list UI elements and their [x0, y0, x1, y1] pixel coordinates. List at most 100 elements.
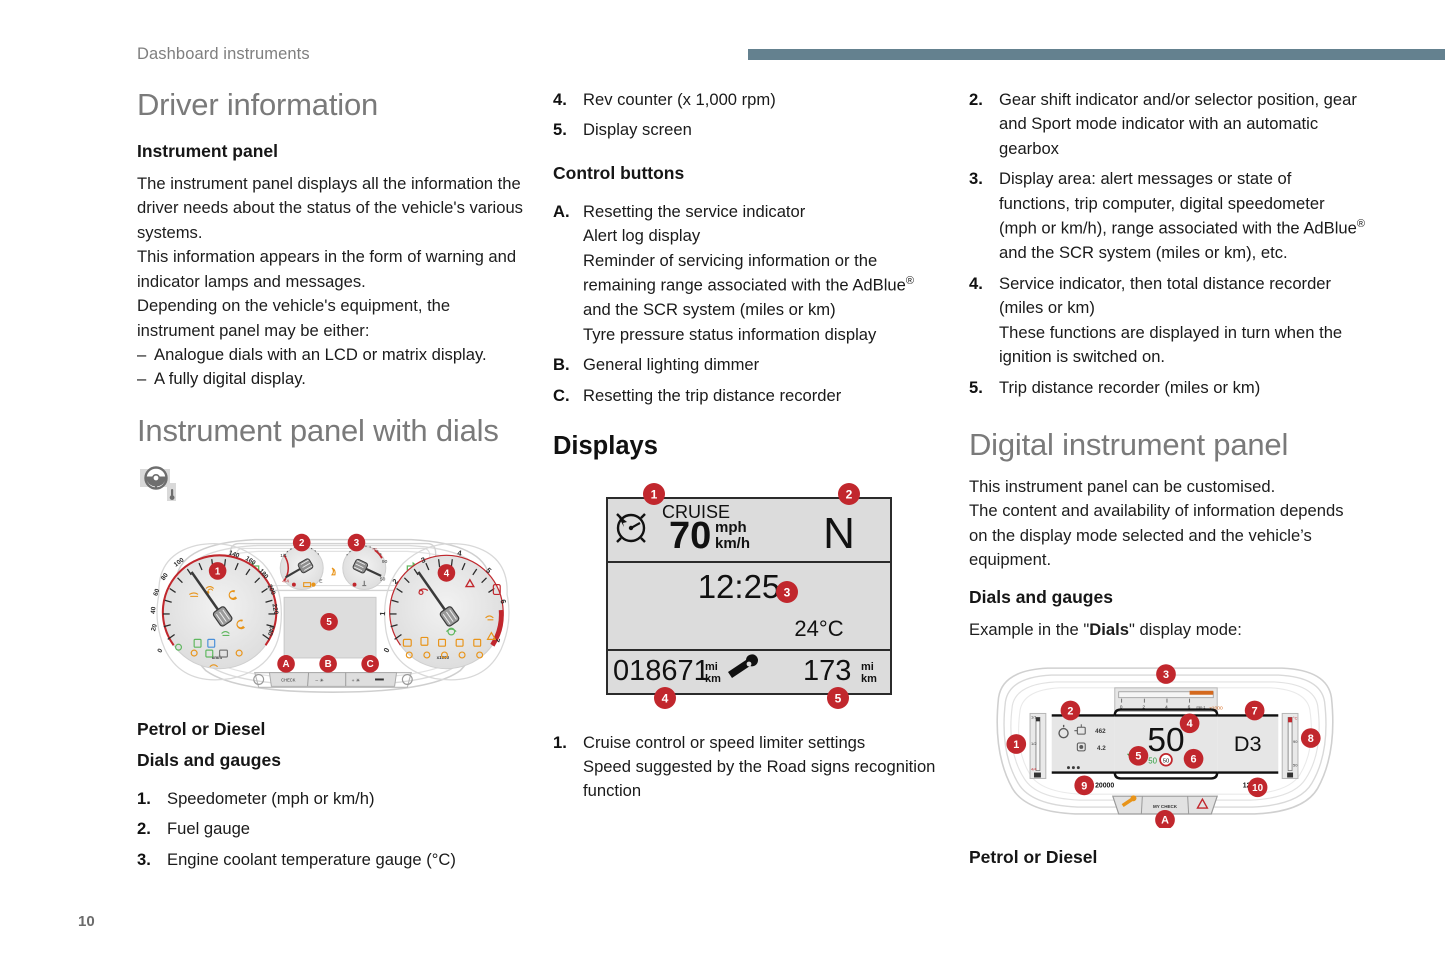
svg-text:7: 7: [1252, 706, 1258, 718]
list-marker: C.: [553, 385, 570, 405]
clock-value: 12:25: [698, 568, 781, 605]
page-number: 10: [78, 913, 95, 930]
list-item: 4. Rev counter (x 1,000 rpm): [553, 88, 943, 112]
list-text: Display area: alert messages or state of…: [999, 169, 1365, 263]
svg-text:CHECK: CHECK: [281, 677, 296, 682]
total-unit-mi: mi: [705, 661, 718, 673]
svg-text:°C: °C: [372, 547, 378, 553]
fuel-caption-col1: Petrol or Diesel: [137, 718, 266, 739]
paragraph-2: This information appears in the form of …: [137, 247, 517, 291]
list-marker: 4.: [553, 90, 567, 109]
bullet-text: A fully digital display.: [154, 369, 306, 389]
dials-gauges-heading-col1: Dials and gauges: [137, 749, 281, 770]
list-marker: 2.: [137, 819, 151, 839]
digital-gear-value: D3: [1234, 731, 1262, 756]
list-text: Resetting the service indicator Alert lo…: [583, 200, 943, 347]
steering-wheel-left-hand-drive-icon: [140, 465, 176, 501]
dials-gauges-list: 1. Speedometer (mph or km/h) 2. Fuel gau…: [137, 787, 529, 872]
digital-paragraph-1: This instrument panel can be customised.: [969, 476, 1276, 496]
speed-limit-sign-value: 50: [1163, 759, 1170, 765]
cluster-items-continued: 4. Rev counter (x 1,000 rpm) 5. Display …: [553, 88, 943, 143]
total-unit-km: km: [705, 673, 721, 685]
display-type-bullet-list: – Analogue dials with an LCD or matrix di…: [137, 343, 529, 392]
svg-text:5: 5: [835, 691, 842, 705]
list-item: 2. Gear shift indicator and/or selector …: [969, 88, 1365, 161]
svg-text:0: 0: [382, 646, 392, 654]
list-text: Rev counter (x 1,000 rpm): [583, 90, 776, 109]
svg-text:50: 50: [1148, 757, 1157, 766]
list-item: 1. Cruise control or speed limiter setti…: [553, 731, 943, 804]
display-line-1: Cruise control or speed limiter settings: [583, 732, 866, 752]
list-item: – A fully digital display.: [137, 367, 529, 391]
control-line-3: Reminder of servicing information or the…: [583, 250, 914, 320]
list-marker: 5.: [969, 377, 983, 397]
list-item: A. Resetting the service indicator Alert…: [553, 200, 943, 347]
list-text: Cruise control or speed limiter settings…: [583, 731, 943, 804]
list-text: Trip distance recorder (miles or km): [999, 377, 1261, 397]
list-item: 3. Engine coolant temperature gauge (°C): [137, 848, 529, 872]
example-suffix: " display mode:: [1128, 619, 1242, 639]
svg-text:4: 4: [444, 568, 450, 579]
display-items-list: 1. Cruise control or speed limiter setti…: [553, 731, 943, 804]
svg-text:C: C: [367, 659, 374, 670]
trip-value-1: 462: [1095, 728, 1106, 735]
svg-text:1: 1: [215, 566, 221, 577]
dash-marker: –: [137, 345, 147, 364]
list-text: Speedometer (mph or km/h): [167, 788, 375, 808]
list-marker: 3.: [137, 849, 151, 869]
list-item: C. Resetting the trip distance recorder: [553, 384, 943, 408]
svg-text:A: A: [283, 659, 290, 670]
svg-text:9: 9: [1081, 781, 1087, 793]
service-line-2: These functions are displayed in turn wh…: [999, 322, 1343, 367]
svg-text:3: 3: [784, 585, 791, 599]
list-text: Gear shift indicator and/or selector pos…: [999, 90, 1357, 158]
cruise-speed: 70: [669, 515, 711, 557]
svg-text:1/1: 1/1: [280, 553, 287, 559]
list-marker: B.: [553, 355, 570, 375]
list-item: B. General lighting dimmer: [553, 353, 943, 377]
trip-distance-value: 173: [803, 655, 851, 687]
svg-text:3: 3: [1163, 669, 1169, 681]
control-buttons-heading: Control buttons: [553, 162, 685, 183]
svg-text:4: 4: [1187, 718, 1193, 730]
control-line-1: Resetting the service indicator: [583, 201, 806, 221]
list-text: Engine coolant temperature gauge (°C): [167, 849, 456, 869]
list-item: 5. Trip distance recorder (miles or km): [969, 376, 1365, 400]
dials-gauges-heading-col3: Dials and gauges: [969, 586, 1113, 607]
svg-text:2: 2: [1067, 706, 1073, 718]
total-distance-value: 018671: [613, 655, 710, 687]
list-marker: 4.: [969, 273, 983, 293]
list-item: 4. Service indicator, then total distanc…: [969, 272, 1365, 370]
svg-text:1: 1: [651, 487, 658, 501]
list-marker: 3.: [969, 169, 983, 189]
list-marker: A.: [553, 201, 570, 221]
svg-text:1/1: 1/1: [1031, 715, 1036, 720]
digital-cluster-illustration: 02 46 min-1 x1000 1/1 1/2 4/4 °C 90 50 4…: [969, 658, 1365, 833]
digital-paragraph-2: The content and availability of informat…: [969, 501, 1344, 570]
svg-text:+ ☀: + ☀: [352, 678, 361, 684]
column-one: Driver information Instrument panel The …: [137, 87, 529, 878]
trip-unit-km: km: [861, 673, 877, 685]
trip-value-2: 4.2: [1097, 745, 1106, 752]
paragraph-1: The instrument panel displays all the in…: [137, 173, 523, 242]
service-line-1: Service indicator, then total distance r…: [999, 273, 1332, 318]
digital-panel-title: Digital instrument panel: [969, 427, 1289, 463]
list-text: Resetting the trip distance recorder: [583, 385, 842, 405]
chapter-title: Driver information: [137, 87, 379, 122]
fuel-caption-col3: Petrol or Diesel: [969, 847, 1098, 868]
analogue-cluster-illustration: 1/1 4/4 E °C 90 50 0 20 40 60 80 100 140…: [137, 524, 529, 705]
list-text: Fuel gauge: [167, 819, 251, 839]
list-item: 2. Fuel gauge: [137, 817, 529, 841]
list-item: 1. Speedometer (mph or km/h): [137, 787, 529, 811]
svg-text:2: 2: [299, 538, 305, 549]
svg-text:0: 0: [156, 647, 164, 654]
bullet-text: Analogue dials with an LCD or matrix dis…: [154, 345, 487, 364]
svg-text:10: 10: [1252, 783, 1263, 794]
unit-kmh: km/h: [715, 535, 750, 552]
list-marker: 5.: [553, 120, 567, 140]
svg-text:5: 5: [1135, 751, 1141, 763]
dash-marker: –: [137, 369, 147, 389]
svg-text:4/4: 4/4: [1031, 767, 1037, 772]
gear-indicator: N: [823, 509, 855, 558]
example-prefix: Example in the ": [969, 619, 1090, 639]
